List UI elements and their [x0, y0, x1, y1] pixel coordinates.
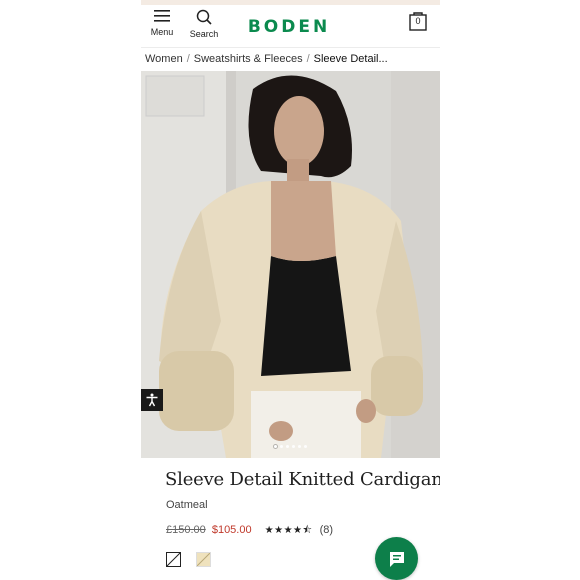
product-title: Sleeve Detail Knitted Cardigan: [165, 469, 440, 490]
gallery-dot[interactable]: [292, 445, 295, 448]
menu-button[interactable]: Menu: [148, 9, 176, 37]
oatmeal-swatch[interactable]: [196, 552, 211, 567]
breadcrumb-sweatshirts[interactable]: Sweatshirts & Fleeces: [194, 53, 303, 65]
gallery-dot[interactable]: [280, 445, 283, 448]
chat-icon: [389, 551, 404, 567]
breadcrumb-current: Sleeve Detail...: [313, 53, 388, 65]
search-icon: [196, 9, 212, 25]
breadcrumb-separator: /: [306, 53, 310, 65]
unavailable-slash-icon: [167, 553, 180, 566]
chat-button[interactable]: [375, 537, 418, 580]
product-color-name: Oatmeal: [166, 499, 208, 511]
product-image[interactable]: [141, 71, 440, 458]
price-rating-row: £150.00 $105.00 ★★★★⯪ (8): [166, 523, 333, 540]
product-page: Menu Search BODEN 0 Women / Sweatshirts & …: [141, 0, 440, 580]
product-photo: [141, 71, 440, 458]
accessibility-button[interactable]: [141, 389, 163, 411]
breadcrumb-separator: /: [186, 53, 190, 65]
gallery-dot[interactable]: [286, 445, 289, 448]
gallery-dot[interactable]: [304, 445, 307, 448]
breadcrumb: Women / Sweatshirts & Fleeces / Sleeve Detai…: [145, 53, 388, 65]
gallery-pagination: [141, 444, 440, 448]
boden-logo[interactable]: BODEN: [241, 17, 337, 37]
sale-price: $105.00: [211, 524, 252, 536]
shopping-bag-button[interactable]: 0: [409, 11, 427, 31]
rating-stars[interactable]: ★★★★⯪: [265, 525, 313, 536]
gallery-dot[interactable]: [274, 445, 277, 448]
site-header: Menu Search BODEN 0: [141, 5, 440, 48]
original-price: £150.00: [166, 524, 206, 536]
unavailable-slash-icon: [197, 553, 210, 566]
bag-count: 0: [415, 16, 421, 26]
breadcrumb-women[interactable]: Women: [145, 53, 183, 65]
search-button[interactable]: Search: [189, 9, 219, 39]
gallery-dot[interactable]: [298, 445, 301, 448]
search-label: Search: [189, 29, 219, 39]
hamburger-menu-icon: [154, 10, 170, 22]
accessibility-icon: [146, 393, 158, 407]
review-count[interactable]: (8): [320, 524, 333, 536]
white-swatch[interactable]: [166, 552, 181, 567]
menu-label: Menu: [150, 27, 174, 37]
